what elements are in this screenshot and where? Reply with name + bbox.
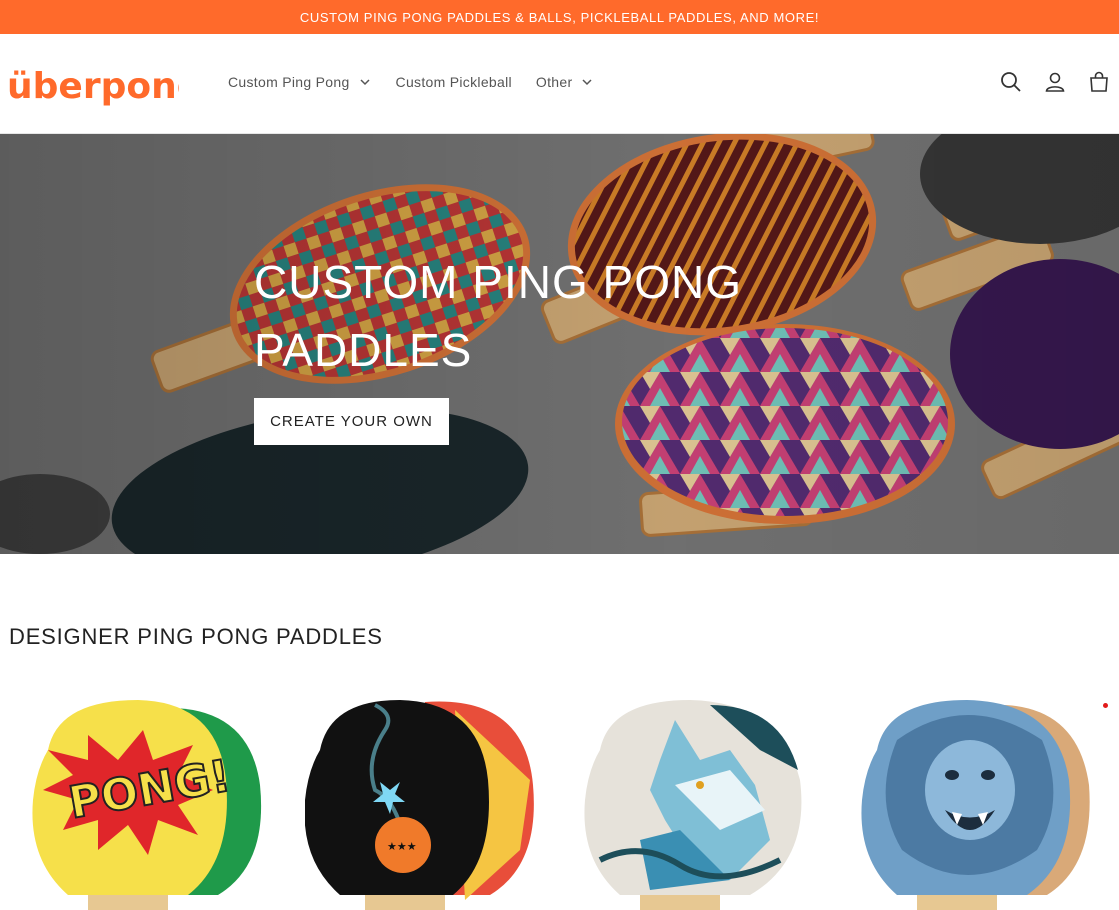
hero-banner: CUSTOM PING PONG PADDLES CREATE YOUR OWN bbox=[0, 134, 1119, 554]
cart-icon[interactable] bbox=[1087, 70, 1111, 94]
announcement-bar: CUSTOM PING PONG PADDLES & BALLS, PICKLE… bbox=[0, 0, 1119, 34]
svg-text:überpong: überpong bbox=[7, 66, 179, 107]
product-card-wolf[interactable] bbox=[580, 690, 840, 910]
section-title: DESIGNER PING PONG PADDLES bbox=[9, 624, 383, 649]
nav-label: Custom Ping Pong bbox=[228, 74, 350, 90]
product-card-pong[interactable]: PONG! bbox=[28, 690, 288, 910]
product-image: PONG! bbox=[32, 700, 262, 910]
header-icons bbox=[979, 70, 1111, 94]
chevron-down-icon bbox=[360, 79, 370, 86]
search-icon[interactable] bbox=[999, 70, 1023, 94]
notification-dot bbox=[1103, 703, 1108, 708]
svg-text:★★★: ★★★ bbox=[387, 840, 417, 853]
account-icon[interactable] bbox=[1043, 70, 1067, 94]
brand-logo[interactable]: überpong bbox=[7, 64, 179, 108]
product-image: ★★★ bbox=[305, 700, 534, 910]
nav-label: Other bbox=[535, 74, 573, 90]
site-header: überpong Custom Ping Pong Custom Pickleb… bbox=[0, 34, 1119, 134]
hero-title: CUSTOM PING PONG PADDLES bbox=[254, 256, 742, 376]
product-grid: PONG! ★★★ bbox=[0, 690, 1119, 910]
chevron-down-icon bbox=[582, 79, 592, 86]
nav-custom-ping-pong[interactable]: Custom Ping Pong bbox=[228, 74, 372, 90]
create-your-own-button[interactable]: CREATE YOUR OWN bbox=[254, 398, 449, 445]
main-nav: Custom Ping Pong Custom Pickleball Other bbox=[228, 74, 618, 90]
product-card-lion[interactable] bbox=[857, 690, 1117, 910]
product-image bbox=[861, 700, 1090, 910]
product-image bbox=[584, 700, 802, 910]
nav-custom-pickleball[interactable]: Custom Pickleball bbox=[396, 74, 512, 90]
announcement-text: CUSTOM PING PONG PADDLES & BALLS, PICKLE… bbox=[299, 9, 820, 25]
nav-other[interactable]: Other bbox=[536, 74, 595, 90]
nav-label: Custom Pickleball bbox=[395, 74, 512, 90]
product-card-bomb[interactable]: ★★★ bbox=[305, 690, 565, 910]
